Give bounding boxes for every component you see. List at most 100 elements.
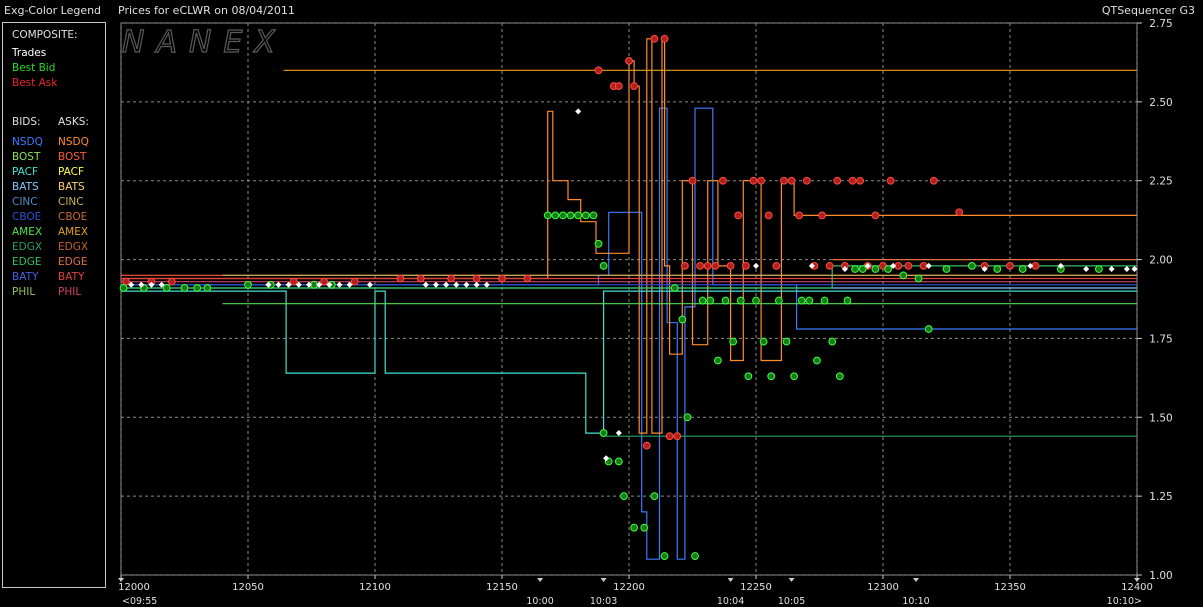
best-ask-point: [642, 441, 651, 450]
best-bid-point: [759, 337, 768, 346]
best-ask-point: [396, 274, 405, 283]
best-bid-point: [193, 284, 202, 292]
best-bid-point: [1095, 265, 1103, 273]
best-ask-point: [787, 176, 796, 185]
best-ask-point: [757, 176, 765, 185]
best-bid-point: [843, 296, 852, 305]
best-ask-point: [665, 432, 674, 441]
best-bid-point: [721, 296, 730, 305]
best-ask-point: [711, 261, 720, 270]
best-ask-point: [320, 277, 329, 286]
best-bid-point: [203, 284, 212, 292]
nanex-watermark: NANEX: [122, 25, 287, 60]
y-tick-label: 2.50: [1149, 97, 1172, 109]
best-bid-point: [797, 296, 806, 305]
best-bid-point: [851, 265, 859, 273]
best-ask-point: [614, 82, 623, 90]
best-bid-point: [744, 372, 753, 381]
best-bid-point: [1018, 265, 1027, 273]
best-bid-point: [543, 211, 552, 220]
best-bid-point: [620, 492, 628, 501]
best-ask-point: [856, 176, 865, 185]
best-ask-point: [472, 274, 481, 283]
best-ask-point: [719, 176, 727, 185]
best-ask-point: [1006, 261, 1014, 270]
best-ask-point: [955, 208, 964, 217]
best-bid-point: [968, 261, 976, 270]
best-bid-point: [678, 315, 687, 324]
best-bid-point: [162, 284, 171, 292]
best-ask-point: [680, 261, 689, 270]
time-marker: [913, 578, 920, 582]
best-bid-point: [774, 296, 783, 305]
best-bid-point: [683, 413, 692, 422]
best-bid-point: [180, 284, 189, 292]
x-tick-label: 12350: [994, 582, 1026, 593]
y-tick-label: 1.75: [1149, 333, 1172, 345]
best-bid-point: [790, 372, 798, 381]
best-bid-point: [871, 265, 880, 273]
best-ask-point: [795, 211, 804, 220]
best-bid-point: [924, 325, 933, 333]
best-ask-point: [772, 261, 781, 270]
best-bid-point: [752, 296, 760, 305]
best-bid-point: [782, 337, 791, 346]
time-label: 10:05: [778, 596, 805, 607]
best-bid-point: [574, 211, 583, 220]
best-bid-point: [858, 265, 867, 273]
best-bid-point: [706, 296, 715, 305]
best-bid-point: [993, 265, 1002, 273]
best-bid-point: [566, 211, 575, 220]
best-ask-point: [734, 211, 743, 220]
x-tick-label: 12300: [867, 582, 899, 593]
best-ask-point: [523, 274, 532, 283]
time-label: 10:04: [717, 596, 744, 607]
best-ask-point: [350, 277, 359, 286]
best-bid-point: [581, 211, 590, 220]
x-tick-label: 12050: [232, 582, 264, 593]
x-tick-label: 12100: [359, 582, 391, 593]
best-ask-point: [848, 176, 857, 185]
best-ask-point: [167, 277, 176, 286]
best-ask-point: [447, 274, 456, 283]
best-bid-point: [698, 296, 707, 305]
x-tick-label: 12000: [118, 582, 150, 593]
y-tick-label: 2.25: [1149, 176, 1172, 188]
y-tick-label: 1.00: [1149, 570, 1172, 582]
best-bid-point: [670, 284, 679, 292]
best-ask-point: [825, 261, 834, 270]
best-bid-point: [805, 296, 814, 305]
best-bid-point: [650, 492, 659, 501]
best-bid-point: [630, 523, 638, 532]
best-bid-point: [551, 211, 560, 220]
best-ask-point: [289, 277, 298, 286]
best-ask-point: [630, 82, 638, 90]
y-tick-label: 2.00: [1149, 255, 1172, 267]
best-ask-point: [886, 176, 895, 185]
best-ask-point: [703, 261, 712, 270]
best-bid-point: [594, 239, 603, 248]
time-label: 10:10: [902, 596, 929, 607]
price-chart: NANEX 2.752.502.252.001.751.501.251.0012…: [118, 18, 1173, 607]
time-label: 10:10>: [1107, 596, 1142, 607]
best-bid-point: [119, 284, 128, 292]
best-ask-point: [764, 211, 773, 220]
y-tick-label: 1.50: [1149, 412, 1172, 424]
best-ask-point: [871, 211, 880, 220]
best-ask-point: [741, 261, 750, 270]
best-bid-point: [640, 523, 649, 532]
best-bid-point: [828, 337, 837, 346]
x-tick-label: 12200: [613, 582, 645, 593]
best-ask-point: [122, 277, 130, 286]
best-ask-point: [833, 176, 842, 185]
best-bid-point: [559, 211, 567, 220]
best-bid-point: [914, 274, 923, 283]
best-ask-point: [749, 176, 758, 185]
best-bid-point: [729, 337, 738, 346]
y-tick-label: 2.75: [1149, 18, 1172, 30]
best-bid-point: [835, 372, 844, 381]
best-ask-point: [802, 176, 811, 185]
best-ask-point: [660, 34, 669, 43]
best-ask-point: [818, 211, 826, 220]
time-marker: [537, 578, 544, 582]
